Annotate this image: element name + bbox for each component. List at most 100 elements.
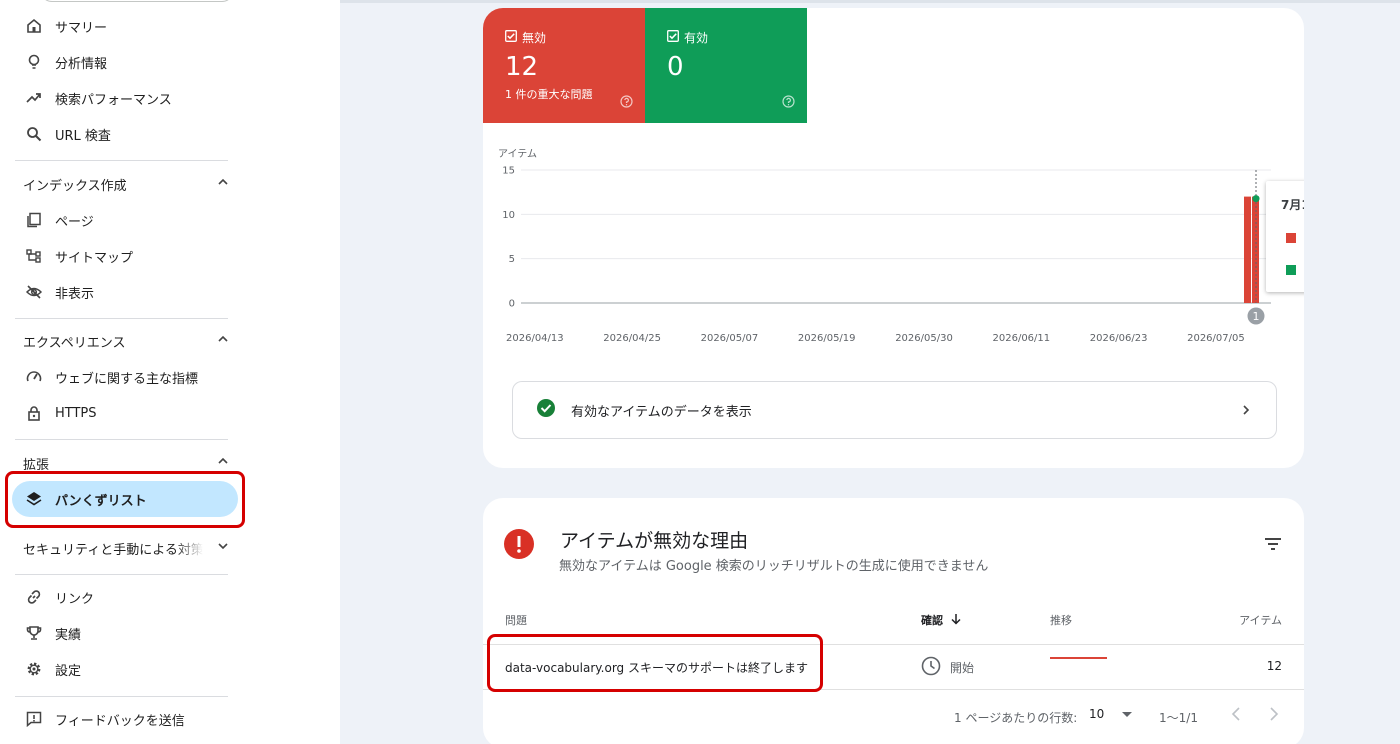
tile-label: 有効	[684, 31, 709, 45]
x-tick-label: 2026/05/30	[895, 333, 953, 344]
x-tick-label: 2026/04/13	[506, 333, 564, 344]
column-header-trend[interactable]: 推移	[1050, 612, 1072, 628]
sidebar-item-label: ウェブに関する主な指標	[55, 371, 199, 387]
help-icon[interactable]	[782, 93, 795, 112]
home-icon	[25, 17, 43, 35]
sidebar-item-summary[interactable]: サマリー	[0, 8, 240, 44]
sidebar-item-label: ページ	[55, 214, 94, 230]
divider	[15, 574, 228, 575]
sidebar-item-pages[interactable]: ページ	[0, 202, 240, 238]
rows-per-page-label: 1 ページあたりの行数:	[954, 711, 1078, 725]
bar	[1244, 196, 1251, 303]
chevron-right-icon	[1240, 401, 1252, 420]
chevron-up-icon	[217, 333, 229, 349]
section-label: インデックス作成	[23, 178, 127, 194]
sidebar-item-insights[interactable]: 分析情報	[0, 44, 240, 80]
property-selector[interactable]	[40, 0, 234, 2]
items-chart[interactable]: アイテム 15 10 5 0 2026/04/13 2026/04/25 2026/05/07…	[483, 143, 1304, 358]
invalid-reasons-card: アイテムが無効な理由 無効なアイテムは Google 検索のリッチリザルトの生成…	[483, 498, 1304, 744]
trend-sparkline	[1050, 657, 1107, 659]
sidebar-item-label: 非表示	[55, 286, 95, 302]
help-icon[interactable]	[620, 93, 633, 112]
tooltip-row-invalid: 無効 12	[1286, 229, 1304, 246]
checkbox-checked-icon[interactable]	[505, 30, 517, 45]
legend-swatch	[1286, 264, 1296, 275]
previous-page-icon[interactable]	[1231, 706, 1241, 725]
sidebar-item-label: HTTPS	[55, 405, 97, 421]
arrow-down-icon	[951, 613, 961, 628]
gear-icon	[25, 660, 43, 678]
highlight-box	[487, 634, 823, 692]
sidebar-item-performance[interactable]: 検索パフォーマンス	[0, 80, 240, 116]
data-point	[1252, 195, 1260, 203]
pages-icon	[25, 211, 43, 229]
eye-off-icon	[25, 283, 43, 301]
x-tick-label: 2026/06/23	[1090, 333, 1148, 344]
next-page-icon[interactable]	[1269, 706, 1279, 725]
column-header-issue[interactable]: 問題	[505, 612, 527, 628]
sidebar-item-feedback[interactable]: フィードバックを送信	[0, 701, 240, 737]
lock-icon	[25, 404, 43, 422]
x-tick-label: 2026/04/25	[603, 333, 661, 344]
y-tick-label: 5	[509, 254, 515, 265]
sidebar-item-core-web-vitals[interactable]: ウェブに関する主な指標	[0, 359, 240, 395]
rows-per-page-value: 10	[1089, 707, 1105, 721]
chevron-down-icon	[217, 540, 229, 556]
sidebar-item-achievements[interactable]: 実績	[0, 615, 240, 651]
tile-title: 無効	[505, 29, 546, 46]
section-label: 拡張	[23, 457, 50, 473]
y-tick-label: 0	[509, 299, 515, 310]
column-header-items[interactable]: アイテム	[1239, 612, 1282, 628]
feedback-icon	[25, 710, 43, 728]
filter-icon[interactable]	[1264, 536, 1282, 555]
link-icon	[25, 588, 43, 606]
divider	[15, 439, 228, 440]
y-tick-label: 15	[502, 166, 515, 177]
section-enhancements[interactable]: 拡張	[23, 453, 233, 473]
column-header-validation[interactable]: 確認	[921, 612, 961, 628]
sidebar-item-settings[interactable]: 設定	[0, 651, 240, 687]
sidebar-item-sitemaps[interactable]: サイトマップ	[0, 238, 240, 274]
card-title: アイテムが無効な理由	[560, 530, 749, 552]
sidebar-item-https[interactable]: HTTPS	[0, 395, 240, 431]
sitemap-icon	[25, 247, 43, 265]
section-indexing[interactable]: インデックス作成	[23, 174, 233, 194]
search-icon	[25, 125, 43, 143]
rows-per-page-select[interactable]: 10	[1089, 707, 1133, 721]
sidebar-item-links[interactable]: リンク	[0, 579, 240, 615]
tile-invalid[interactable]: 無効 12 1 件の重大な問題	[483, 8, 645, 123]
divider	[15, 696, 228, 697]
tile-value: 12	[505, 52, 539, 82]
sidebar-item-label: 実績	[55, 627, 82, 643]
column-header-label: 確認	[921, 614, 943, 627]
tile-valid[interactable]: 有効 0	[645, 8, 807, 123]
section-label: エクスペリエンス	[23, 335, 126, 351]
chart-tooltip: 7月11日土曜日 無効 12 有効 0	[1266, 181, 1304, 292]
section-experience[interactable]: エクスペリエンス	[23, 331, 233, 351]
button-label: 有効なアイテムのデータを表示	[571, 404, 752, 420]
error-icon	[504, 529, 534, 563]
sidebar-item-label: サイトマップ	[55, 250, 134, 266]
x-tick-label: 2026/06/11	[993, 333, 1051, 344]
legend-swatch	[1286, 232, 1296, 243]
checkbox-checked-icon[interactable]	[667, 30, 679, 45]
view-valid-items-button[interactable]: 有効なアイテムのデータを表示	[512, 381, 1277, 439]
sidebar-item-label: リンク	[55, 591, 95, 607]
highlight-box	[5, 471, 245, 528]
sidebar-item-removals[interactable]: 非表示	[0, 274, 240, 310]
clock-icon	[921, 656, 941, 679]
sidebar-item-label: フィードバックを送信	[55, 713, 185, 729]
x-tick-label: 2026/05/19	[798, 333, 856, 344]
tile-title: 有効	[667, 29, 708, 46]
sidebar-item-label: 分析情報	[55, 56, 108, 72]
section-security[interactable]: セキュリティと手動による対策	[23, 538, 233, 558]
x-tick-label: 2026/05/07	[701, 333, 759, 344]
chevron-up-icon	[217, 455, 229, 471]
sidebar-item-url-inspection[interactable]: URL 検査	[0, 116, 240, 152]
dropdown-arrow-icon	[1122, 707, 1133, 721]
y-axis-label: アイテム	[498, 148, 537, 160]
items-cell: 12	[1266, 659, 1282, 673]
trophy-icon	[25, 624, 43, 642]
divider	[15, 318, 228, 319]
divider	[15, 160, 228, 161]
